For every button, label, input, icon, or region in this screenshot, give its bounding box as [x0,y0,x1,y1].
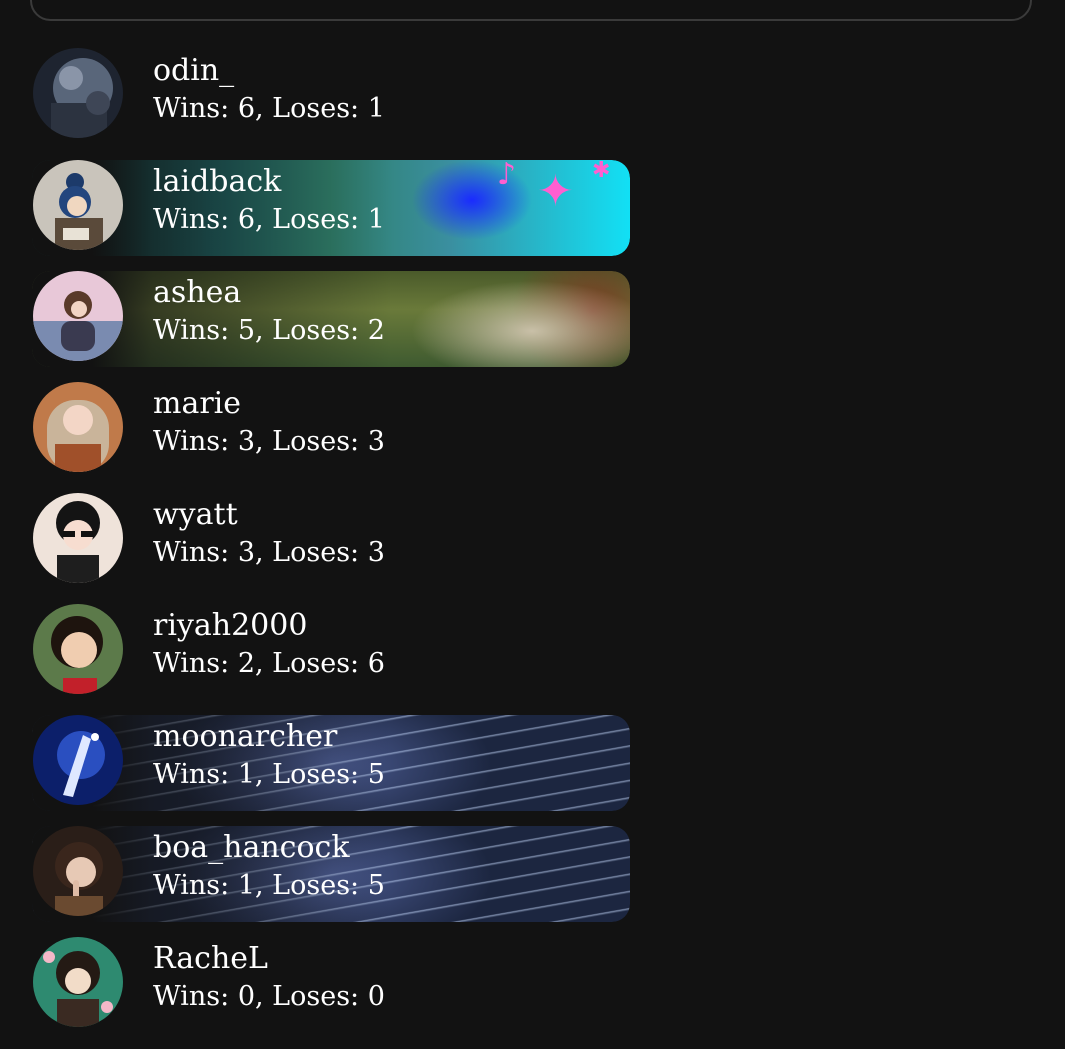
player-stats: Wins: 0, Loses: 0 [153,981,385,1012]
sparkle-icon: ✦ [537,166,574,217]
player-stats: Wins: 5, Loses: 2 [153,315,385,346]
player-name: ashea [153,275,242,310]
player-stats: Wins: 2, Loses: 6 [153,648,385,679]
player-stats: Wins: 3, Loses: 3 [153,537,385,568]
player-name: riyah2000 [153,608,308,643]
player-stats: Wins: 6, Loses: 1 [153,93,385,124]
player-name: RacheL [153,941,268,976]
player-name: laidback [153,164,282,199]
avatar[interactable] [33,382,123,472]
avatar[interactable] [33,715,123,805]
player-name: wyatt [153,497,238,532]
avatar[interactable] [33,48,123,138]
player-name: moonarcher [153,719,338,754]
player-name: marie [153,386,242,421]
player-stats: Wins: 1, Loses: 5 [153,870,385,901]
avatar[interactable] [33,937,123,1027]
music-note-icon: ♪ [497,160,517,192]
avatar[interactable] [33,493,123,583]
avatar[interactable] [33,160,123,250]
player-stats: Wins: 1, Loses: 5 [153,759,385,790]
player-name: odin_ [153,53,235,88]
player-name: boa_hancock [153,830,350,865]
avatar[interactable] [33,604,123,694]
leaderboard-list: odin_ Wins: 6, Loses: 1 ✦ ✱ ♪ laidback W… [0,0,1065,1049]
player-stats: Wins: 3, Loses: 3 [153,426,385,457]
avatar[interactable] [33,271,123,361]
star-icon: ✱ [592,160,611,183]
player-stats: Wins: 6, Loses: 1 [153,204,385,235]
avatar[interactable] [33,826,123,916]
